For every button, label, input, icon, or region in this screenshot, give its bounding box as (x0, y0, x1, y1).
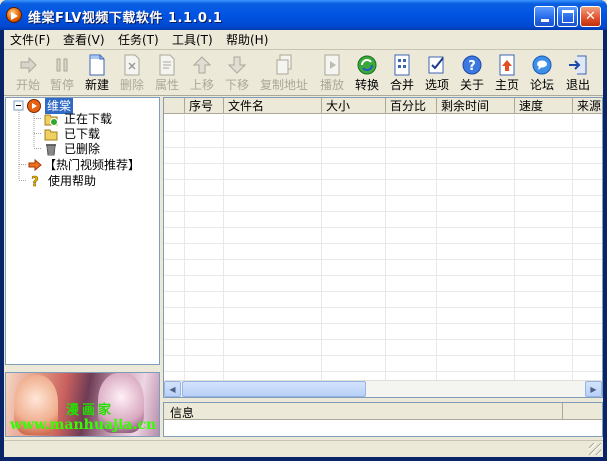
close-button[interactable] (580, 6, 601, 27)
exit-icon (567, 54, 589, 76)
category-tree: 维棠 正在下载 已下载 已删除 【热门视频推荐】 ? 使用帮助 (5, 97, 160, 365)
status-bar (4, 440, 603, 457)
menu-help[interactable]: 帮助(H) (226, 32, 268, 48)
info-panel: 信息 (163, 402, 603, 437)
column-header-status[interactable] (164, 98, 185, 114)
toolbar: 开始 暂停 新建 删除 属性 上移 下移 复制地址 播放 转换 合并 选项 ? … (4, 51, 603, 96)
download-list: 序号 文件名 大小 百分比 剩余时间 速度 来源 ◀ ▶ (163, 97, 603, 398)
menu-file[interactable]: 文件(F) (10, 32, 50, 48)
minimize-button[interactable] (534, 6, 555, 27)
arrow-right-icon (17, 54, 39, 76)
options-icon (426, 54, 448, 76)
column-header-size[interactable]: 大小 (322, 98, 386, 114)
column-header-percent[interactable]: 百分比 (386, 98, 437, 114)
folder-icon (44, 127, 58, 141)
arrow-right-icon (28, 158, 42, 172)
properties-icon (156, 54, 178, 76)
list-grid (164, 115, 602, 381)
menu-task[interactable]: 任务(T) (118, 32, 159, 48)
delete-document-icon (121, 54, 143, 76)
convert-icon (356, 54, 378, 76)
downloading-folder-icon (44, 112, 58, 126)
app-logo-icon (27, 99, 41, 113)
app-logo-icon (6, 7, 22, 23)
menu-bar: 文件(F) 查看(V) 任务(T) 工具(T) 帮助(H) (4, 30, 603, 50)
copy-address-button[interactable]: 复制地址 (260, 52, 308, 95)
new-document-icon (86, 54, 108, 76)
question-mark-icon: ? (28, 174, 42, 191)
forum-icon (531, 54, 553, 76)
info-header-label: 信息 (170, 406, 195, 420)
ad-banner[interactable]: 漫画家 www.manhuajia.cn (5, 372, 160, 437)
svg-text:?: ? (468, 59, 476, 74)
copy-icon (273, 54, 295, 76)
arrow-up-icon (191, 54, 213, 76)
scroll-right-button[interactable]: ▶ (585, 381, 602, 397)
client-area: 文件(F) 查看(V) 任务(T) 工具(T) 帮助(H) 开始 暂停 新建 删… (4, 30, 603, 457)
window-title: 维棠FLV视频下载软件 1.1.0.1 (28, 11, 223, 26)
menu-tools[interactable]: 工具(T) (172, 32, 213, 48)
banner-url: www.manhuajia.cn (10, 417, 157, 433)
scrollbar-thumb[interactable] (182, 381, 366, 397)
scroll-left-button[interactable]: ◀ (164, 381, 181, 397)
banner-text: 漫画家 (66, 403, 115, 418)
maximize-button[interactable] (557, 6, 578, 27)
title-bar[interactable]: 维棠FLV视频下载软件 1.1.0.1 (0, 0, 607, 30)
column-header-source[interactable]: 来源 (573, 98, 602, 114)
merge-icon (391, 54, 413, 76)
play-icon (321, 54, 343, 76)
exit-button[interactable]: 退出 (560, 52, 596, 95)
column-header-filename[interactable]: 文件名 (224, 98, 322, 114)
trash-icon (44, 142, 58, 156)
column-header-index[interactable]: 序号 (185, 98, 224, 114)
move-down-button[interactable]: 下移 (219, 52, 255, 95)
pause-icon (51, 54, 73, 76)
homepage-icon (496, 54, 518, 76)
arrow-down-icon (226, 54, 248, 76)
help-icon: ? (461, 54, 483, 76)
list-header: 序号 文件名 大小 百分比 剩余时间 速度 来源 (164, 98, 602, 114)
horizontal-scrollbar[interactable]: ◀ ▶ (164, 380, 602, 397)
svg-text:?: ? (31, 175, 39, 188)
app-window: 维棠FLV视频下载软件 1.1.0.1 文件(F) 查看(V) 任务(T) 工具… (0, 0, 607, 461)
column-header-speed[interactable]: 速度 (515, 98, 573, 114)
info-header: 信息 (164, 403, 602, 420)
resize-grip[interactable] (589, 443, 601, 455)
menu-view[interactable]: 查看(V) (63, 32, 105, 48)
column-header-remaining-time[interactable]: 剩余时间 (437, 98, 515, 114)
